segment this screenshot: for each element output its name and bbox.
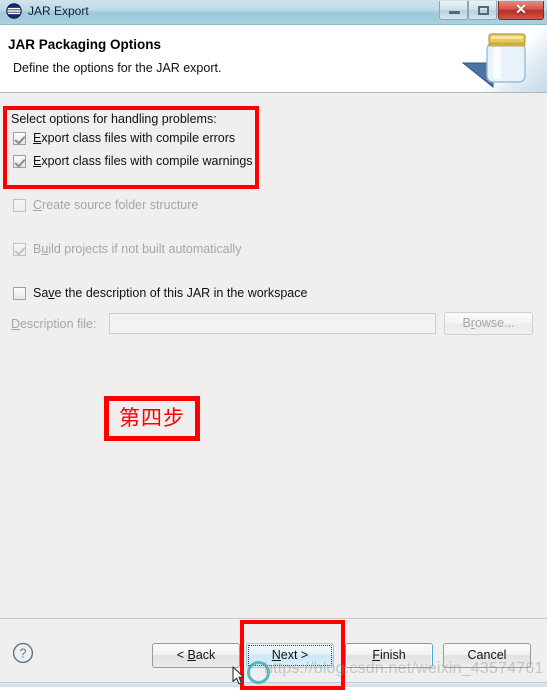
checkbox-box[interactable] [13,132,26,145]
eclipse-icon [6,3,22,19]
footer-bottom-line [0,682,547,687]
watermark-text: https://blog.csdn.net/weixin_43574761 [264,660,544,677]
checkbox-label: Save the description of this JAR in the … [33,286,308,300]
page-title: JAR Packaging Options [8,37,162,52]
jar-icon [461,33,526,89]
checkbox-label: Create source folder structure [33,198,199,212]
page-description: Define the options for the JAR export. [13,61,222,75]
checkbox-box[interactable] [13,199,26,212]
checkbox-create-source-folder-structure[interactable]: Create source folder structure [13,198,198,212]
window-title: JAR Export [28,4,89,18]
dialog-header: JAR Packaging Options Define the options… [0,25,547,93]
checkbox-box[interactable] [13,243,26,256]
checkbox-export-compile-errors[interactable]: Export class files with compile errors [13,131,235,145]
description-file-label: Description file: [11,316,97,331]
checkbox-export-compile-warnings[interactable]: Export class files with compile warnings [13,154,253,168]
dialog-body [0,93,547,618]
jar-export-dialog: JAR Export ✕ JAR Packaging Options Defin… [0,0,547,690]
group-label: Select options for handling problems: [11,112,217,126]
checkbox-label: Build projects if not built automaticall… [33,242,242,256]
back-button[interactable]: < Back [152,643,240,668]
minimize-icon [449,11,460,14]
close-button[interactable]: ✕ [498,1,544,20]
checkbox-box[interactable] [13,287,26,300]
minimize-button[interactable] [439,1,468,20]
description-file-row: Description file: Browse... [11,312,537,335]
checkbox-build-projects[interactable]: Build projects if not built automaticall… [13,242,241,256]
title-bar[interactable]: JAR Export ✕ [0,0,547,25]
browse-button[interactable]: Browse... [444,312,533,335]
description-file-input[interactable] [109,313,436,334]
checkbox-label: Export class files with compile errors [33,131,236,145]
title-bar-left: JAR Export [6,3,89,19]
mouse-cursor-icon [232,666,245,686]
annotation-box-step: 第四步 [104,396,200,441]
close-icon: ✕ [515,1,527,17]
checkbox-label: Export class files with compile warnings [33,154,253,168]
maximize-button[interactable] [468,1,497,20]
maximize-icon [478,6,489,15]
help-button[interactable]: ? [12,642,34,664]
svg-text:?: ? [20,647,27,661]
checkbox-box[interactable] [13,155,26,168]
window-controls: ✕ [439,1,544,20]
checkbox-save-description[interactable]: Save the description of this JAR in the … [13,286,307,300]
header-banner [455,25,547,92]
annotation-step-text: 第四步 [119,406,185,430]
